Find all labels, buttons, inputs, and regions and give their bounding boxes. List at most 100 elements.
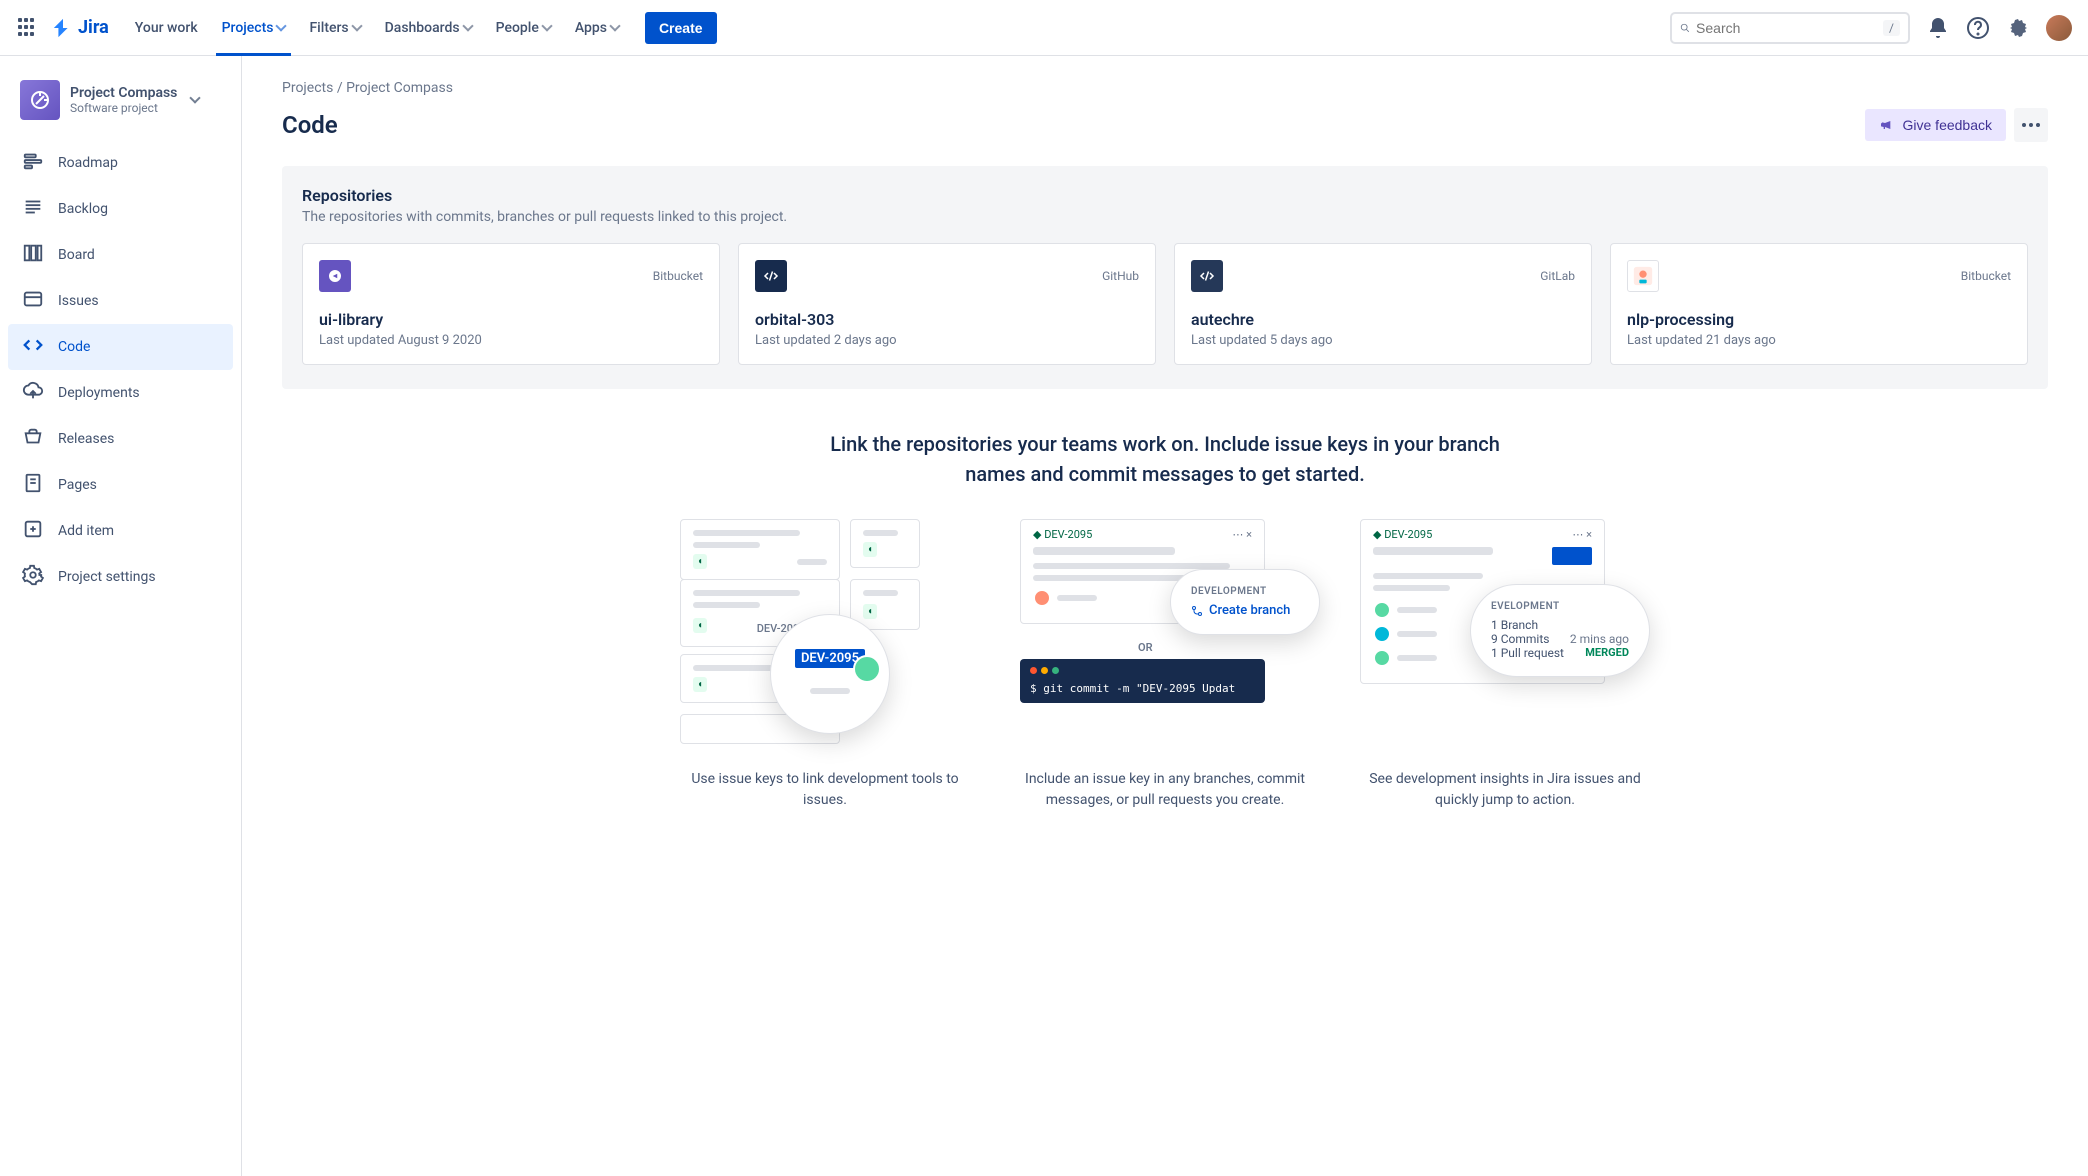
nav-dashboards[interactable]: Dashboards — [375, 0, 482, 56]
repo-icon — [1191, 260, 1223, 292]
illustration-3: ◆ DEV-2095 ⋯ × EVELOPMENT 1 Branch 9 — [1360, 519, 1650, 811]
sidebar-item-issues[interactable]: Issues — [8, 278, 233, 324]
sidebar-item-label: Project settings — [58, 569, 156, 585]
repos-title: Repositories — [302, 186, 2028, 205]
repo-card[interactable]: GitLab autechre Last updated 5 days ago — [1174, 243, 1592, 365]
caption-2: Include an issue key in any branches, co… — [1020, 769, 1310, 811]
backlog-icon — [22, 196, 44, 222]
sidebar: Project Compass Software project Roadmap… — [0, 56, 242, 1176]
settings-icon — [22, 564, 44, 590]
more-actions-button[interactable] — [2014, 108, 2048, 142]
chevron-down-icon — [276, 20, 287, 31]
sidebar-item-label: Backlog — [58, 201, 108, 217]
repo-source: GitHub — [1102, 269, 1139, 283]
repo-card[interactable]: Bitbucket ui-library Last updated August 9… — [302, 243, 720, 365]
help-icon[interactable] — [1966, 16, 1990, 40]
illustration-1: ◖ ◖ ◖ DE — [680, 519, 970, 811]
nav-people[interactable]: People — [486, 0, 561, 56]
sidebar-item-releases[interactable]: Releases — [8, 416, 233, 462]
nav-your-work[interactable]: Your work — [125, 0, 208, 56]
sidebar-item-label: Add item — [58, 523, 114, 539]
board-icon — [22, 242, 44, 268]
issues-icon — [22, 288, 44, 314]
chevron-down-icon — [462, 20, 473, 31]
nav-apps[interactable]: Apps — [565, 0, 629, 56]
repo-name: orbital-303 — [755, 310, 1139, 329]
roadmap-icon — [22, 150, 44, 176]
code-icon — [22, 334, 44, 360]
repo-icon — [755, 260, 787, 292]
repositories-panel: Repositories The repositories with commi… — [282, 166, 2048, 389]
repo-card[interactable]: GitHub orbital-303 Last updated 2 days ago — [738, 243, 1156, 365]
repo-updated: Last updated 21 days ago — [1627, 333, 2011, 348]
sidebar-item-label: Issues — [58, 293, 99, 309]
sidebar-item-pages[interactable]: Pages — [8, 462, 233, 508]
sidebar-item-label: Board — [58, 247, 95, 263]
chevron-down-icon — [190, 92, 201, 103]
releases-icon — [22, 426, 44, 452]
info-heading: Link the repositories your teams work on… — [815, 429, 1515, 489]
sidebar-item-label: Roadmap — [58, 155, 118, 171]
main-content: Projects / Project Compass Code Give fee… — [242, 56, 2088, 1176]
project-name: Project Compass — [70, 85, 177, 101]
search-input[interactable] — [1690, 18, 1883, 38]
sidebar-item-label: Releases — [58, 431, 114, 447]
repos-subtitle: The repositories with commits, branches … — [302, 209, 2028, 225]
sidebar-item-code[interactable]: Code — [8, 324, 233, 370]
project-switcher[interactable]: Project Compass Software project — [8, 80, 233, 140]
nav-right: / — [1670, 12, 2072, 44]
pages-icon — [22, 472, 44, 498]
sidebar-item-label: Pages — [58, 477, 97, 493]
repo-card[interactable]: Bitbucket nlp-processing Last updated 21 d… — [1610, 243, 2028, 365]
search-icon — [1680, 20, 1690, 36]
repo-source: Bitbucket — [653, 269, 703, 283]
logo-text: Jira — [78, 17, 109, 38]
deploy-icon — [22, 380, 44, 406]
create-button[interactable]: Create — [645, 12, 717, 44]
repo-name: nlp-processing — [1627, 310, 2011, 329]
breadcrumb: Projects / Project Compass — [282, 80, 2048, 96]
nav-projects[interactable]: Projects — [212, 0, 296, 56]
illustration-2: ◆ DEV-2095 ⋯ × DEVELOPMENT Create branch — [1020, 519, 1310, 811]
sidebar-item-label: Code — [58, 339, 90, 355]
sidebar-item-backlog[interactable]: Backlog — [8, 186, 233, 232]
dots-icon — [2021, 123, 2041, 127]
caption-1: Use issue keys to link development tools… — [680, 769, 970, 811]
repo-icon — [319, 260, 351, 292]
repo-updated: Last updated August 9 2020 — [319, 333, 703, 348]
branch-icon — [1191, 605, 1203, 617]
notifications-icon[interactable] — [1926, 16, 1950, 40]
nav-left: Jira Your work Projects Filters Dashboar… — [16, 0, 717, 56]
breadcrumb-root[interactable]: Projects — [282, 80, 333, 96]
sidebar-item-add[interactable]: Add item — [8, 508, 233, 554]
settings-icon[interactable] — [2006, 16, 2030, 40]
breadcrumb-current[interactable]: Project Compass — [346, 80, 453, 96]
repo-source: Bitbucket — [1961, 269, 2011, 283]
nav-filters[interactable]: Filters — [299, 0, 370, 56]
repo-icon — [1627, 260, 1659, 292]
page-title: Code — [282, 111, 338, 139]
repo-name: autechre — [1191, 310, 1575, 329]
sidebar-item-deploy[interactable]: Deployments — [8, 370, 233, 416]
caption-3: See development insights in Jira issues … — [1360, 769, 1650, 811]
chevron-down-icon — [609, 20, 620, 31]
repo-source: GitLab — [1540, 269, 1575, 283]
chevron-down-icon — [351, 20, 362, 31]
add-icon — [22, 518, 44, 544]
jira-logo[interactable]: Jira — [52, 17, 109, 39]
sidebar-item-label: Deployments — [58, 385, 140, 401]
sidebar-item-settings[interactable]: Project settings — [8, 554, 233, 600]
repo-updated: Last updated 2 days ago — [755, 333, 1139, 348]
project-type: Software project — [70, 101, 177, 115]
user-avatar[interactable] — [2046, 15, 2072, 41]
sidebar-item-board[interactable]: Board — [8, 232, 233, 278]
app-switcher-icon[interactable] — [16, 16, 40, 40]
repo-name: ui-library — [319, 310, 703, 329]
search-kbd: / — [1883, 20, 1900, 36]
repo-updated: Last updated 5 days ago — [1191, 333, 1575, 348]
sidebar-item-roadmap[interactable]: Roadmap — [8, 140, 233, 186]
megaphone-icon — [1879, 117, 1895, 133]
search-box[interactable]: / — [1670, 12, 1910, 44]
top-nav: Jira Your work Projects Filters Dashboar… — [0, 0, 2088, 56]
give-feedback-button[interactable]: Give feedback — [1865, 109, 2007, 141]
